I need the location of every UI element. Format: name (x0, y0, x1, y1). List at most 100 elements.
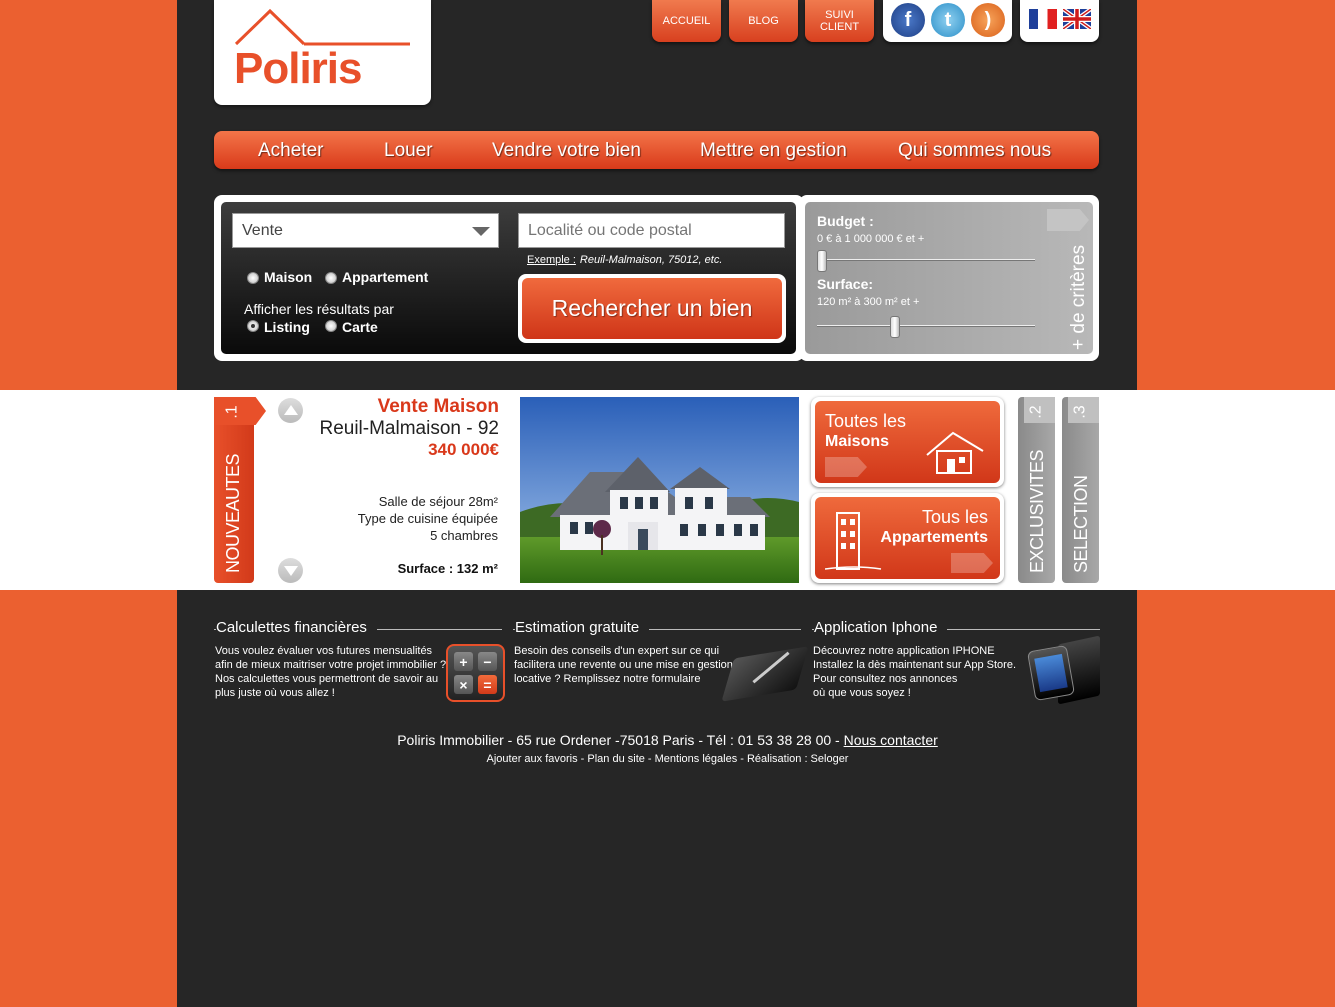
footer-line: Installez la dès maintenant sur App Stor… (813, 659, 1017, 671)
surface-value: 120 m² à 300 m² et + (817, 296, 920, 308)
france-flag-icon[interactable] (1029, 9, 1057, 29)
main-nav: Acheter Louer Vendre votre bien Mettre e… (214, 131, 1099, 169)
nav-gestion[interactable]: Mettre en gestion (700, 140, 847, 162)
transaction-select[interactable]: Vente (232, 213, 499, 248)
listing-location: Reuil-Malmaison - 92 (319, 418, 499, 439)
footer-line: Vous voulez évaluer vos futures mensuali… (215, 645, 433, 657)
footer-title-calculettes[interactable]: Calculettes financières (216, 619, 377, 636)
calculator-key: = (478, 675, 497, 694)
tab-selection[interactable]: .3 SELECTION (1062, 397, 1099, 583)
footer-line: Découvrez notre application IPHONE (813, 645, 995, 657)
budget-label: Budget : (817, 213, 874, 229)
budget-value: 0 € à 1 000 000 € et + (817, 233, 925, 245)
display-mode-label: Afficher les résultats par (244, 301, 394, 317)
house-photo (520, 397, 799, 583)
category-line1: Tous les (921, 507, 988, 527)
address-text: Poliris Immobilier - 65 rue Ordener -750… (397, 732, 844, 748)
top-tab-label: SUIVI (825, 9, 854, 21)
calculator-key: − (478, 652, 497, 671)
uk-flag-icon[interactable] (1063, 9, 1091, 29)
footer-line: locative ? Remplissez notre formulaire (514, 673, 701, 685)
category-line2: Appartements (880, 529, 988, 546)
more-criteria-button[interactable]: + de critères (1068, 245, 1090, 350)
tab-exclusivites[interactable]: .2 EXCLUSIVITES (1018, 397, 1055, 583)
facebook-icon[interactable]: f (891, 3, 925, 37)
social-links: f t ) (883, 0, 1012, 42)
footer-text-estimation: Besoin des conseils d'un expert sur ce q… (514, 644, 733, 686)
nav-louer[interactable]: Louer (384, 140, 433, 162)
iphone-icon[interactable] (1026, 644, 1076, 702)
contact-link[interactable]: Nous contacter (844, 732, 938, 748)
listing-feature: 5 chambres (430, 528, 498, 543)
rss-glyph: ) (984, 8, 992, 31)
tab-number: .3 (1071, 405, 1089, 419)
footer-line: afin de mieux maitriser votre projet imm… (215, 659, 447, 671)
top-tab-accueil[interactable]: ACCUEIL (652, 0, 721, 42)
logo[interactable]: Poliris (214, 0, 431, 105)
footer-title-estimation[interactable]: Estimation gratuite (515, 619, 650, 636)
category-maisons-panel: Toutes les Maisons (815, 401, 1000, 483)
previous-arrow-icon[interactable] (278, 398, 303, 423)
twitter-icon[interactable]: t (931, 3, 965, 37)
listing-feature: Salle de séjour 28m² (378, 494, 498, 509)
next-arrow-icon[interactable] (278, 558, 303, 583)
listing-surface: Surface : 132 m² (397, 561, 498, 576)
top-tab-label: CLIENT (819, 21, 860, 33)
example-text: Reuil-Malmaison, 75012, etc. (579, 254, 723, 266)
category-arrow-icon (825, 457, 867, 477)
logo-text: Poliris (234, 44, 362, 93)
footer-text-iphone: Découvrez notre application IPHONE Insta… (813, 644, 1016, 700)
example-label: Exemple : (527, 254, 576, 266)
top-tab-blog[interactable]: BLOG (729, 0, 798, 42)
footer-links[interactable]: Ajouter aux favoris - Plan du site - Men… (0, 753, 1335, 765)
display-carte-radio[interactable] (325, 320, 337, 332)
footer-address: Poliris Immobilier - 65 rue Ordener -750… (0, 732, 1335, 748)
calculator-key: + (454, 652, 473, 671)
chevron-down-icon (472, 227, 490, 236)
rss-icon[interactable]: ) (971, 3, 1005, 37)
surface-label: Surface: (817, 276, 874, 292)
nav-acheter[interactable]: Acheter (258, 140, 323, 162)
category-maisons-card[interactable]: Toutes les Maisons (811, 397, 1004, 487)
footer-text-calculettes: Vous voulez évaluer vos futures mensuali… (215, 644, 446, 700)
type-appartement-radio[interactable] (325, 272, 337, 284)
display-listing-label: Listing (264, 319, 310, 335)
listing-feature: Type de cuisine équipée (357, 511, 498, 526)
listing-title[interactable]: Vente Maison (378, 396, 499, 418)
top-tab-label: ACCUEIL (662, 15, 711, 27)
footer-title-iphone[interactable]: Application Iphone (814, 619, 948, 636)
category-appartements-card[interactable]: Tous les Appartements (811, 493, 1004, 583)
tab-label: SELECTION (1071, 475, 1091, 573)
budget-slider-track[interactable] (817, 259, 1035, 261)
footer-line: plus juste où vous allez ! (215, 687, 335, 699)
category-line1: Toutes les (825, 411, 907, 431)
category-line2: Maisons (825, 433, 890, 450)
listing-price: 340 000€ (428, 440, 499, 459)
tab-nouveautes[interactable]: .1 NOUVEAUTES (214, 397, 266, 583)
type-appartement-label: Appartement (342, 269, 429, 285)
top-tab-label: BLOG (748, 15, 779, 27)
calculator-key: × (454, 675, 473, 694)
budget-slider-handle[interactable] (817, 250, 827, 272)
category-arrow-icon (951, 553, 993, 573)
search-button[interactable]: Rechercher un bien (518, 274, 786, 343)
top-tab-suivi-client[interactable]: SUIVI CLIENT (805, 0, 874, 42)
display-listing-radio[interactable] (247, 320, 259, 332)
house-icon (926, 431, 984, 474)
facebook-glyph: f (904, 8, 912, 31)
surface-slider-handle[interactable] (889, 316, 900, 338)
footer-line: Nos calculettes vous permettront de savo… (215, 673, 439, 685)
twitter-glyph: t (944, 8, 952, 31)
surface-slider-track[interactable] (817, 325, 1035, 327)
footer-line: Pour consultez nos annonces (813, 673, 958, 685)
listing-photo[interactable] (520, 397, 799, 583)
location-example: Exemple : Reuil-Malmaison, 75012, etc. (527, 254, 722, 266)
language-selector (1020, 0, 1099, 42)
nav-qui-sommes-nous[interactable]: Qui sommes nous (898, 140, 1051, 162)
building-icon (825, 512, 882, 570)
location-input[interactable] (518, 213, 785, 248)
calculator-icon[interactable]: + − × = (446, 644, 505, 702)
transaction-value: Vente (242, 222, 283, 239)
type-maison-radio[interactable] (247, 272, 259, 284)
nav-vendre[interactable]: Vendre votre bien (492, 140, 641, 162)
